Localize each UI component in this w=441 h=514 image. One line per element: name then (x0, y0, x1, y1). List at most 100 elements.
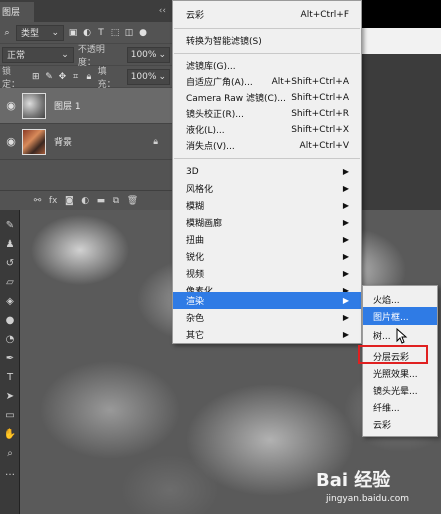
menu-item-label: 杂色 (186, 314, 205, 324)
lock-all-icon[interactable]: 🔒︎ (84, 72, 93, 82)
layer-row-layer1[interactable]: ◉ 图层 1 (0, 88, 172, 124)
menu-item-noise[interactable]: 杂色 ▶ (173, 309, 361, 326)
layer-style-fx-icon[interactable]: fx (49, 196, 58, 206)
filter-toggle-icon[interactable]: ● (138, 28, 148, 38)
layer-thumbnail (22, 128, 46, 155)
paint-bucket-icon[interactable]: ◈ (0, 292, 20, 311)
menu-divider (174, 28, 360, 29)
brush-tool-icon[interactable]: ✎ (0, 216, 20, 235)
menu-item-render[interactable]: 渲染 ▶ (173, 292, 361, 309)
menu-item-camera-raw[interactable]: Camera Raw 滤镜(C)... Shift+Ctrl+A (173, 89, 361, 106)
menu-item-convert-smart-filter[interactable]: 转换为智能滤镜(S) (173, 32, 361, 49)
adjustment-filter-icon[interactable]: ◐ (82, 28, 92, 38)
blend-mode-dropdown[interactable]: 正常 ⌄ (2, 46, 74, 63)
menu-item-label: 镜头校正(R)... (186, 110, 244, 120)
add-mask-icon[interactable]: ◙ (65, 196, 74, 206)
menu-item-clouds-repeat[interactable]: 云彩 Alt+Ctrl+F (173, 6, 361, 23)
submenu-arrow-icon: ▶ (342, 218, 349, 227)
eraser-tool-icon[interactable]: ▱ (0, 273, 20, 292)
lock-artboard-icon[interactable]: ⌗ (71, 72, 80, 82)
chevron-down-icon: ⌄ (158, 49, 166, 60)
type-tool-icon[interactable]: T (0, 368, 20, 387)
menu-item-label: 视频 (186, 270, 205, 280)
opacity-field[interactable]: 100% ⌄ (126, 46, 170, 63)
submenu-item-flame[interactable]: 火焰... (363, 290, 437, 308)
adjustment-layer-icon[interactable]: ◐ (81, 196, 89, 206)
menu-item-shortcut: Alt+Shift+Ctrl+A (271, 76, 349, 87)
menu-item-sharpen[interactable]: 锐化 ▶ (173, 248, 361, 265)
tab-layers[interactable]: 图层 (0, 2, 35, 22)
new-layer-icon[interactable]: ⧉ (113, 196, 119, 206)
menu-item-video[interactable]: 视频 ▶ (173, 265, 361, 282)
menu-divider (174, 53, 360, 54)
more-tools-icon[interactable]: … (0, 463, 20, 482)
baidu-jingyan-watermark: Bai 经验 jingyan.baidu.com (316, 466, 438, 512)
menu-item-adaptive-wide-angle[interactable]: 自适应广角(A)... Alt+Shift+Ctrl+A (173, 73, 361, 90)
blur-tool-icon[interactable]: ● (0, 311, 20, 330)
menu-item-liquify[interactable]: 液化(L)... Shift+Ctrl+X (173, 121, 361, 138)
menu-item-label: 其它 (186, 331, 205, 341)
submenu-arrow-icon: ▶ (342, 269, 349, 278)
submenu-item-lens-flare[interactable]: 镜头光晕... (363, 381, 437, 399)
layers-panel-tabbar: 图层 ‹‹ (0, 0, 172, 22)
layer-thumbnail (22, 92, 46, 119)
menu-item-distort[interactable]: 扭曲 ▶ (173, 231, 361, 248)
menu-item-lens-correction[interactable]: 镜头校正(R)... Shift+Ctrl+R (173, 105, 361, 122)
visibility-eye-icon[interactable]: ◉ (0, 135, 22, 148)
submenu-item-fibers[interactable]: 纤维... (363, 398, 437, 416)
menu-item-blur-gallery[interactable]: 模糊画廊 ▶ (173, 214, 361, 231)
stamp-tool-icon[interactable]: ♟ (0, 235, 20, 254)
menu-item-label: 模糊 (186, 202, 205, 212)
lock-transparent-icon[interactable]: ⊞ (31, 72, 40, 82)
history-brush-icon[interactable]: ↺ (0, 254, 20, 273)
menu-item-shortcut: Shift+Ctrl+R (291, 108, 349, 119)
pixel-filter-icon[interactable]: ▣ (68, 28, 78, 38)
lock-fill-row: 锁定： ⊞ ✎ ✥ ⌗ 🔒︎ 填充： 100% ⌄ (0, 66, 172, 90)
menu-item-blur[interactable]: 模糊 ▶ (173, 197, 361, 214)
lock-image-icon[interactable]: ✎ (44, 72, 53, 82)
menu-item-shortcut: Shift+Ctrl+X (291, 124, 349, 135)
zoom-tool-icon[interactable]: ⌕ (0, 444, 20, 463)
shape-tool-icon[interactable]: ▭ (0, 406, 20, 425)
shape-filter-icon[interactable]: ⬚ (110, 28, 120, 38)
submenu-item-picture-frame[interactable]: 图片框... (363, 307, 437, 325)
menu-item-label: 风格化 (186, 185, 214, 195)
watermark-url: jingyan.baidu.com (326, 494, 410, 504)
fill-label: 填充： (97, 66, 116, 90)
menu-item-vanishing-point[interactable]: 消失点(V)... Alt+Ctrl+V (173, 137, 361, 154)
path-select-icon[interactable]: ➤ (0, 387, 20, 406)
tool-strip: ✎ ♟ ↺ ▱ ◈ ● ◔ ✒ T ➤ ▭ ✋ ⌕ … (0, 210, 20, 514)
fill-field[interactable]: 100% ⌄ (126, 68, 170, 85)
menu-item-other[interactable]: 其它 ▶ (173, 326, 361, 343)
filter-menu: 云彩 Alt+Ctrl+F 转换为智能滤镜(S) 滤镜库(G)... 自适应广角… (172, 0, 362, 344)
submenu-item-lighting-effects[interactable]: 光照效果... (363, 364, 437, 382)
collapse-panel-icon[interactable]: ‹‹ (159, 6, 172, 22)
lock-position-icon[interactable]: ✥ (58, 72, 67, 82)
menu-item-3d[interactable]: 3D ▶ (173, 163, 361, 180)
menu-item-shortcut: Shift+Ctrl+A (291, 92, 349, 103)
menu-item-shortcut: Alt+Ctrl+F (300, 9, 349, 20)
chevron-down-icon: ⌄ (51, 27, 59, 38)
new-group-icon[interactable]: ▬ (97, 196, 106, 206)
type-filter-icon[interactable]: T (96, 28, 106, 38)
workspace-light-region (362, 28, 441, 54)
menu-item-label: 消失点(V)... (186, 142, 235, 152)
hand-tool-icon[interactable]: ✋ (0, 425, 20, 444)
workspace-grey-region (362, 54, 441, 210)
submenu-item-clouds[interactable]: 云彩 (363, 415, 437, 433)
menu-item-stylize[interactable]: 风格化 ▶ (173, 180, 361, 197)
menu-divider (174, 158, 360, 159)
menu-item-filter-gallery[interactable]: 滤镜库(G)... (173, 57, 361, 74)
layers-panel: 图层 ‹‹ ⌕ 类型 ⌄ ▣ ◐ T ⬚ ◫ ● 正常 ⌄ 不透明度： 100%… (0, 0, 172, 210)
menu-item-label: 渲染 (186, 297, 205, 307)
delete-layer-icon[interactable]: 🗑︎ (127, 196, 138, 206)
smart-object-filter-icon[interactable]: ◫ (124, 28, 134, 38)
pen-tool-icon[interactable]: ✒ (0, 349, 20, 368)
menu-item-label: Camera Raw 滤镜(C)... (186, 94, 286, 104)
link-layers-icon[interactable]: ⚯ (34, 196, 42, 206)
filter-kind-dropdown[interactable]: 类型 ⌄ (16, 24, 64, 41)
layer-row-background[interactable]: ◉ 背景 🔒︎ (0, 124, 172, 160)
visibility-eye-icon[interactable]: ◉ (0, 99, 22, 112)
submenu-arrow-icon: ▶ (342, 313, 349, 322)
dodge-tool-icon[interactable]: ◔ (0, 330, 20, 349)
